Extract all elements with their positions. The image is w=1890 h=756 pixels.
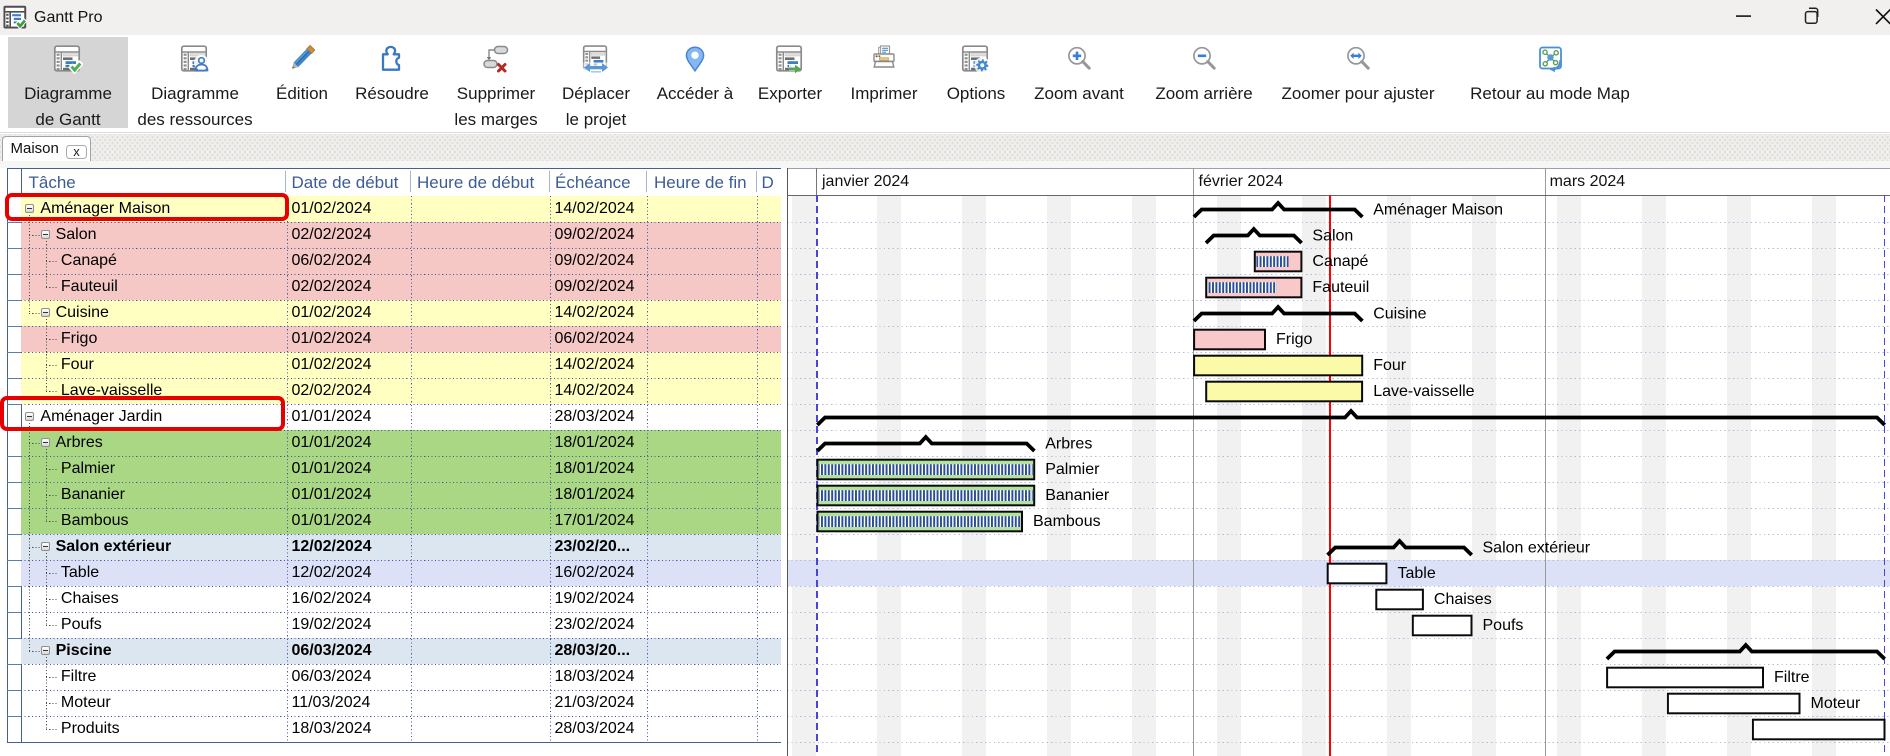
svg-text:Arbres: Arbres (1045, 435, 1092, 452)
svg-text:Bambous: Bambous (1033, 513, 1101, 530)
svg-text:Frigo: Frigo (1276, 331, 1313, 348)
svg-text:Four: Four (1373, 357, 1407, 374)
svg-text:Filtre: Filtre (1774, 669, 1810, 686)
svg-text:Cuisine: Cuisine (1373, 305, 1426, 322)
svg-text:Palmier: Palmier (1045, 461, 1100, 478)
svg-text:Table: Table (1397, 565, 1435, 582)
svg-text:Chaises: Chaises (1433, 591, 1491, 608)
svg-text:Lave-vaisselle: Lave-vaisselle (1373, 383, 1474, 400)
svg-text:Bananier: Bananier (1045, 487, 1110, 504)
svg-text:Aménager Maison: Aménager Maison (1373, 201, 1503, 218)
svg-text:Fauteuil: Fauteuil (1312, 279, 1369, 296)
svg-text:Canapé: Canapé (1312, 253, 1368, 270)
svg-text:Moteur: Moteur (1810, 695, 1860, 712)
svg-text:Poufs: Poufs (1482, 617, 1523, 634)
svg-text:Salon: Salon (1312, 227, 1353, 244)
svg-text:Salon extérieur: Salon extérieur (1482, 539, 1590, 556)
